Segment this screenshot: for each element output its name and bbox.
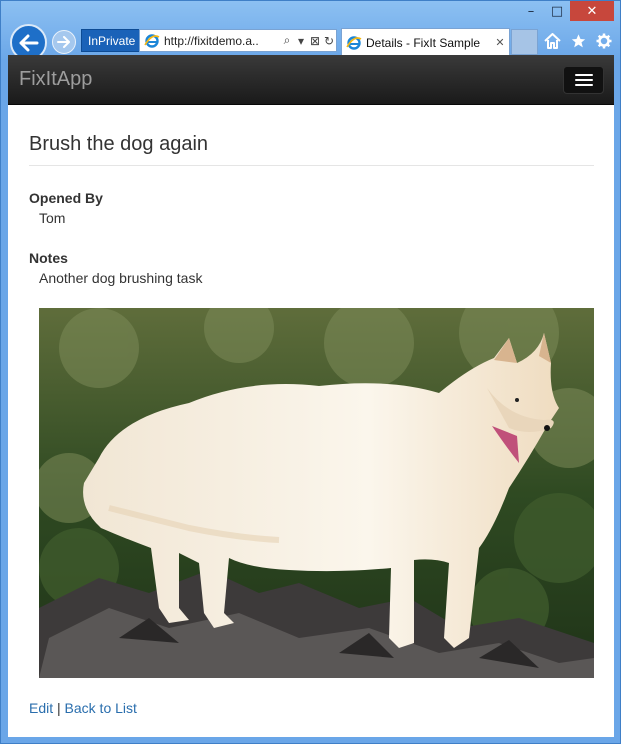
dropdown-icon[interactable]: ▾ [294, 34, 308, 48]
address-bar[interactable]: http://fixitdemo.a.. ⌕ ▾ ⊠ ↻ [139, 29, 337, 52]
link-separator: | [57, 700, 61, 716]
browser-toolbar: InPrivate http://fixitdemo.a.. ⌕ ▾ ⊠ ↻ D… [1, 23, 620, 61]
opened-by-value: Tom [39, 210, 66, 226]
notes-label: Notes [29, 250, 68, 266]
new-tab-button[interactable] [511, 29, 538, 55]
close-icon[interactable]: ✕ [570, 1, 614, 21]
hamburger-menu-icon[interactable] [563, 65, 604, 94]
tab-details[interactable]: Details - FixIt Sample ✕ [341, 28, 510, 56]
tab-title: Details - FixIt Sample [366, 35, 481, 50]
page-viewport: FixItApp Brush the dog again Opened By T… [8, 55, 614, 737]
details-list: Opened By Tom Notes Another dog brushing… [29, 188, 594, 288]
compat-view-icon[interactable]: ⊠ [308, 34, 322, 48]
opened-by-label: Opened By [29, 190, 103, 206]
favorites-star-icon[interactable] [568, 31, 588, 51]
caption-buttons: – □ ✕ [518, 1, 614, 22]
ie-logo-icon [144, 33, 160, 48]
forward-arrow-icon[interactable] [52, 30, 76, 54]
minimize-icon[interactable]: – [518, 1, 544, 21]
search-icon[interactable]: ⌕ [280, 33, 294, 48]
close-tab-icon[interactable]: ✕ [491, 36, 509, 49]
home-icon[interactable] [542, 31, 562, 51]
brand-link[interactable]: FixItApp [19, 68, 92, 91]
notes-value: Another dog brushing task [39, 270, 203, 286]
details-content: Brush the dog again Opened By Tom Notes … [8, 133, 614, 716]
browser-window: – □ ✕ InPrivate http://fixitdemo.a.. ⌕ ▾… [0, 0, 621, 744]
footer-links: Edit | Back to List [29, 700, 594, 716]
back-to-list-link[interactable]: Back to List [65, 700, 137, 716]
settings-gear-icon[interactable] [594, 31, 614, 51]
address-url[interactable]: http://fixitdemo.a.. [164, 34, 280, 48]
inprivate-badge: InPrivate [81, 29, 143, 52]
ie-logo-icon [346, 35, 362, 50]
refresh-icon[interactable]: ↻ [322, 34, 336, 48]
app-navbar: FixItApp [8, 55, 614, 105]
task-photo [39, 308, 594, 678]
page-title: Brush the dog again [29, 133, 594, 166]
maximize-icon[interactable]: □ [544, 1, 570, 21]
edit-link[interactable]: Edit [29, 700, 53, 716]
